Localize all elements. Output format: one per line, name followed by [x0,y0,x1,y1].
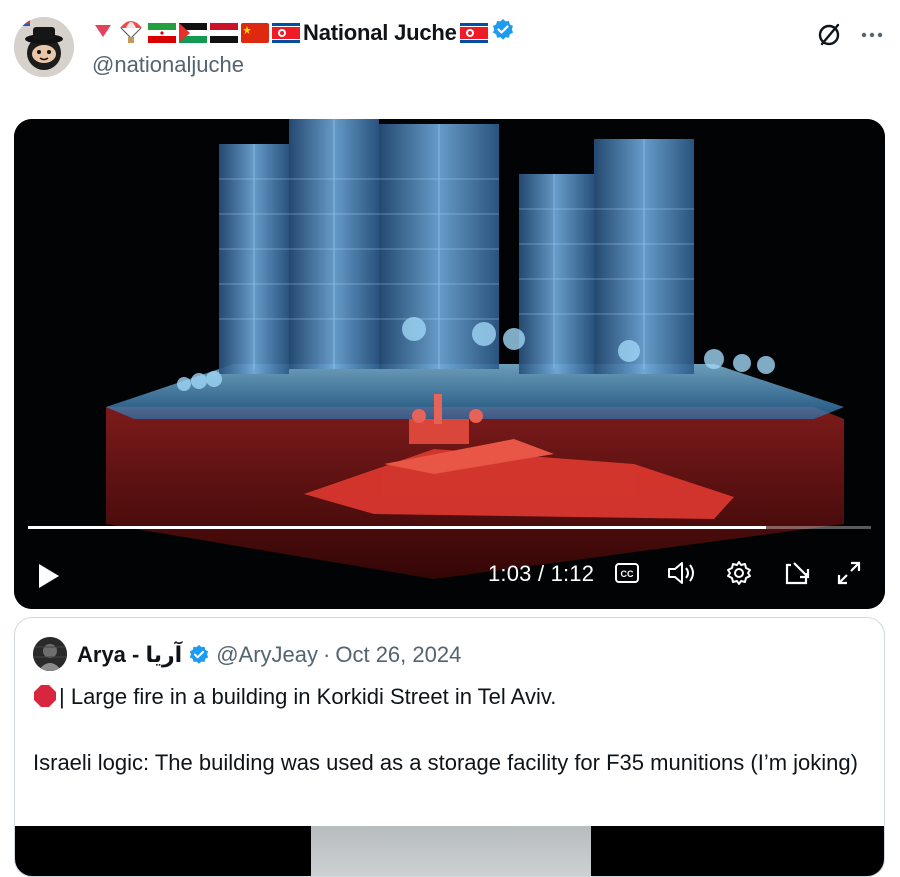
north-korea-flag-icon [272,23,300,43]
stop-sign-icon [33,684,57,716]
quoted-post-text: | Large fire in a building in Korkidi St… [33,681,868,778]
volume-icon[interactable] [666,559,698,592]
video-duration: 1:12 [550,561,595,586]
quoted-post-header: Arya - آریا @AryJeay · Oct 26, 2024 [77,642,461,668]
quoted-post-date[interactable]: Oct 26, 2024 [335,642,461,668]
quoted-post[interactable]: Arya - آریا @AryJeay · Oct 26, 2024 | La… [14,617,885,877]
captions-icon[interactable]: CC [613,559,641,592]
video-progress-bar[interactable] [28,526,871,529]
iran-flag-icon [148,23,176,43]
quoted-media-preview [311,826,591,876]
video-progress-fill [28,526,766,529]
author-handle[interactable]: @nationaljuche [92,52,244,78]
pip-icon[interactable] [782,559,812,592]
video-time-separator: / [537,561,545,586]
quoted-post-line-2: Israeli logic: The building was used as … [33,750,858,775]
palestine-flag-icon [179,23,207,43]
yemen-flag-icon [210,23,238,43]
china-flag-icon [241,23,269,43]
parachute-icon [117,16,145,50]
video-timestamp: 1:03 / 1:12 [488,561,594,587]
quoted-author-name[interactable]: Arya - آریا [77,642,182,668]
quoted-post-line-1: | Large fire in a building in Korkidi St… [59,684,557,709]
fullscreen-icon[interactable] [835,559,863,592]
verified-badge-icon [188,644,210,666]
settings-icon[interactable] [725,559,753,592]
quoted-author-handle[interactable]: @AryJeay [216,642,318,668]
author-avatar[interactable] [14,17,74,77]
video-elapsed: 1:03 [488,561,532,586]
author-name-row[interactable]: National Juche [92,18,515,48]
video-player[interactable]: 1:03 / 1:12 CC [14,119,885,609]
meta-separator: · [323,642,331,667]
video-frame [14,119,885,609]
north-korea-flag-icon [459,23,488,43]
red-triangle-icon [92,20,114,46]
play-icon[interactable] [36,562,62,595]
quoted-author-avatar[interactable] [33,637,67,671]
grok-icon[interactable] [814,20,844,55]
quoted-post-media[interactable] [15,826,884,876]
author-name[interactable]: National Juche [303,20,457,46]
verified-badge-icon [491,18,515,48]
more-icon[interactable] [858,22,886,53]
svg-text:CC: CC [621,569,634,579]
